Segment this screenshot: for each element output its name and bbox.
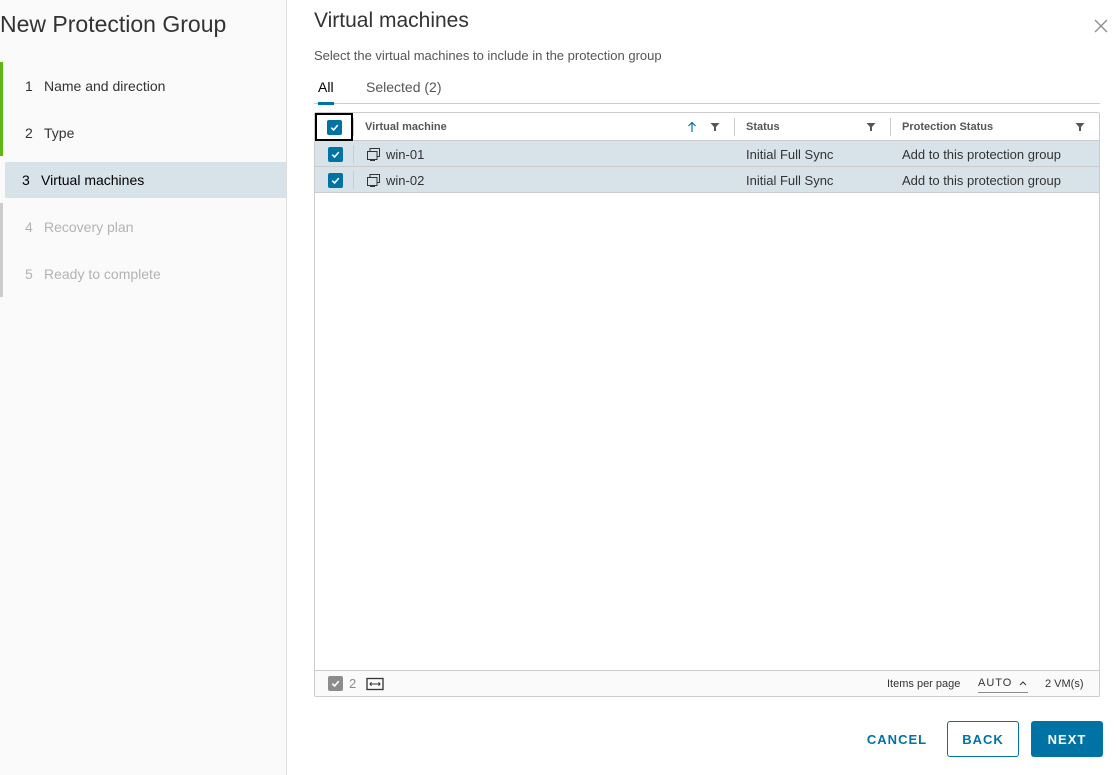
wizard-title: New Protection Group (0, 11, 227, 37)
table-row[interactable]: win-02 Initial Full Sync Add to this pro… (315, 167, 1099, 193)
selected-count: 2 (349, 676, 357, 691)
step-virtual-machines[interactable]: 3 Virtual machines (5, 162, 286, 198)
tab-all[interactable]: All (318, 79, 334, 105)
filter-icon[interactable] (710, 113, 720, 141)
vm-protection-status: Add to this protection group (902, 172, 1061, 188)
items-per-page-label: Items per page (887, 677, 961, 690)
column-header-status[interactable]: Status (746, 113, 780, 141)
wizard-sidebar: New Protection Group 1 Name and directio… (0, 0, 287, 775)
step-number: 1 (25, 77, 33, 94)
grid-header: Virtual machine Status Protection Status (315, 113, 1099, 141)
wizard-steps: 1 Name and direction 2 Type 3 Virtual ma… (0, 62, 286, 297)
column-width-icon (366, 677, 384, 690)
page-subtitle: Select the virtual machines to include i… (314, 48, 662, 63)
step-number: 4 (25, 218, 33, 235)
step-type[interactable]: 2 Type (0, 109, 286, 156)
table-row[interactable]: win-01 Initial Full Sync Add to this pro… (315, 141, 1099, 167)
step-number: 3 (22, 172, 30, 188)
next-button[interactable]: NEXT (1031, 721, 1103, 757)
items-per-page-value: AUTO (978, 676, 1013, 689)
row-checkbox[interactable] (328, 146, 343, 162)
selected-count-icon (328, 676, 343, 691)
select-all-checkbox[interactable] (326, 119, 342, 135)
select-all-checkbox-wrapper[interactable] (315, 113, 353, 141)
wizard-content: Virtual machines Select the virtual mach… (314, 0, 1117, 775)
row-checkbox[interactable] (328, 172, 343, 188)
back-button[interactable]: BACK (947, 721, 1019, 757)
close-button[interactable] (1092, 17, 1110, 35)
column-header-vm[interactable]: Virtual machine (365, 113, 447, 141)
vm-status: Initial Full Sync (746, 146, 834, 162)
filter-icon[interactable] (866, 113, 876, 141)
check-icon (331, 151, 340, 158)
column-header-protection-status[interactable]: Protection Status (902, 113, 993, 141)
cancel-button[interactable]: CANCEL (863, 721, 931, 757)
check-icon (331, 177, 340, 184)
column-toggle-button[interactable] (366, 671, 384, 696)
items-per-page-select[interactable]: AUTO (978, 673, 1029, 693)
step-label: Ready to complete (44, 265, 161, 282)
tab-bar: All Selected (2) (314, 75, 1100, 105)
step-recovery-plan: 4 Recovery plan (0, 203, 286, 250)
page-title: Virtual machines (314, 9, 469, 32)
step-label: Virtual machines (41, 172, 145, 188)
vm-status: Initial Full Sync (746, 172, 834, 188)
filter-icon[interactable] (1075, 113, 1085, 141)
vm-protection-status: Add to this protection group (902, 146, 1061, 162)
vm-icon (367, 147, 380, 161)
vm-name[interactable]: win-02 (386, 173, 424, 188)
step-label: Name and direction (44, 77, 166, 94)
tab-selected[interactable]: Selected (2) (366, 79, 441, 104)
sort-ascending-icon[interactable] (687, 113, 697, 141)
grid-footer: 2 Items per page AUTO 2 VM(s) (315, 670, 1099, 696)
step-number: 5 (25, 265, 33, 282)
step-label: Recovery plan (44, 218, 134, 235)
step-number: 2 (25, 124, 33, 141)
check-icon (330, 124, 338, 131)
vm-name[interactable]: win-01 (386, 147, 424, 162)
step-label: Type (44, 124, 75, 141)
chevron-up-icon (1020, 680, 1027, 685)
vm-icon (367, 173, 380, 187)
vm-datagrid: Virtual machine Status Protection Status (314, 112, 1100, 697)
close-icon (1094, 19, 1108, 33)
step-name-and-direction[interactable]: 1 Name and direction (0, 62, 286, 109)
total-count: 2 VM(s) (1045, 677, 1084, 690)
step-ready-to-complete: 5 Ready to complete (0, 250, 286, 297)
